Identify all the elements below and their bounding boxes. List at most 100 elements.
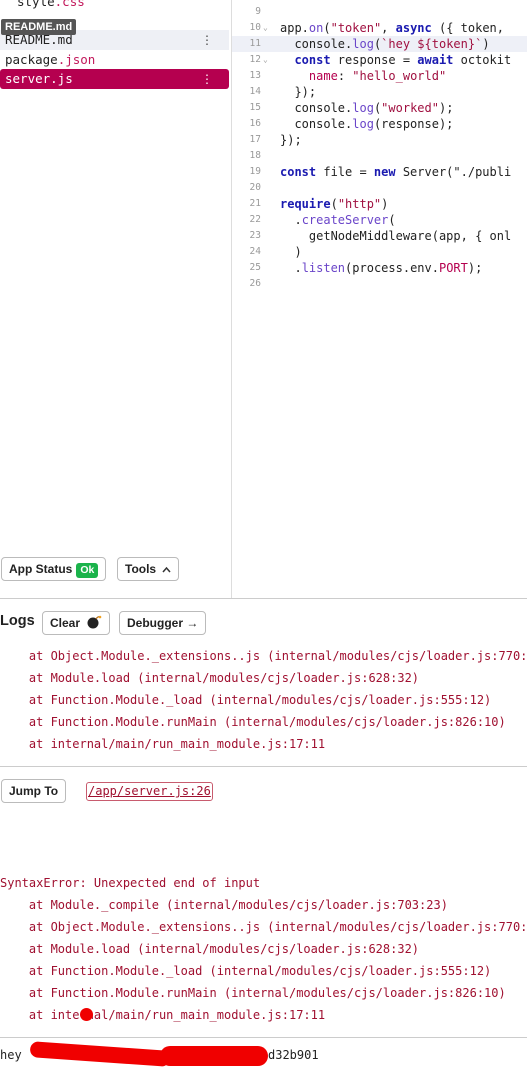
line-number: 10 <box>249 22 261 33</box>
tools-button[interactable]: Tools <box>117 557 180 581</box>
code-line[interactable]: 22 .createServer( <box>232 212 527 228</box>
code-line[interactable]: 9 <box>232 4 527 20</box>
code-text: require("http") <box>280 197 389 211</box>
line-number: 22 <box>249 214 261 225</box>
code-line[interactable]: 12 ⌄ const response = await octokit <box>232 52 527 68</box>
code-text: app.on("token", async ({ token, <box>280 21 504 35</box>
line-number: 13 <box>249 70 261 81</box>
stack-trace-line: at Module.load (internal/modules/cjs/loa… <box>0 671 420 685</box>
jump-to-button[interactable]: Jump To <box>1 779 67 803</box>
code-text: getNodeMiddleware(app, { onl <box>280 229 512 243</box>
stack-trace-line: at Function.Module.runMain (internal/mod… <box>0 715 506 729</box>
code-line[interactable]: 15 console.log("worked"); <box>232 100 527 116</box>
line-number: 17 <box>249 134 261 145</box>
stack-trace-line: at internal/main/run_main_module.js:17:1… <box>0 737 326 751</box>
log-output-prefix: hey <box>0 1048 22 1062</box>
file-menu-icon[interactable]: ⋮ <box>201 69 213 89</box>
code-line[interactable]: 20 <box>232 180 527 196</box>
tools-label: Tools <box>125 562 157 576</box>
file-name: server <box>5 71 51 86</box>
code-text: .createServer( <box>280 213 396 227</box>
code-line[interactable]: 10 ⌄ app.on("token", async ({ token, <box>232 20 527 36</box>
stack-trace-line: at Function.Module._load (internal/modul… <box>0 693 492 707</box>
log-divider <box>0 766 527 767</box>
code-text: const file = new Server("./publi <box>280 165 512 179</box>
stack-trace-line: at Object.Module._extensions..js (intern… <box>0 649 527 663</box>
file-ext: .json <box>57 52 96 67</box>
app-status-label: App Status <box>9 562 73 576</box>
line-number: 20 <box>249 182 261 193</box>
debugger-button[interactable]: Debugger → <box>119 611 207 635</box>
line-number: 9 <box>255 6 261 17</box>
code-line[interactable]: 21 require("http") <box>232 196 527 212</box>
log-output-suffix: d32b901 <box>268 1048 319 1062</box>
redaction-mark <box>80 1008 93 1021</box>
log-divider <box>0 1037 527 1038</box>
line-number: 19 <box>249 166 261 177</box>
line-number: 16 <box>249 118 261 129</box>
code-line[interactable]: 23 getNodeMiddleware(app, { onl <box>232 228 527 244</box>
line-number: 15 <box>249 102 261 113</box>
file-tree: style.css README.md ⋮ README.md package.… <box>0 0 232 598</box>
code-text: }); <box>280 85 317 99</box>
line-number: 26 <box>249 278 261 289</box>
code-text: console.log(`hey ${token}`) <box>280 37 490 51</box>
line-number: 11 <box>249 38 261 49</box>
code-line[interactable]: 18 <box>232 148 527 164</box>
jump-to-label: Jump To <box>9 784 59 798</box>
fold-chevron-icon[interactable]: ⌄ <box>263 52 268 68</box>
status-ok-badge: Ok <box>76 563 99 578</box>
file-menu-icon[interactable]: ⋮ <box>201 30 213 50</box>
line-number: 23 <box>249 230 261 241</box>
logs-header: Logs Clear Debugger → <box>0 598 527 649</box>
code-text: name: "hello_world" <box>308 69 447 83</box>
code-line[interactable]: 13 name: "hello_world" <box>232 68 527 84</box>
line-number: 12 <box>249 54 261 65</box>
error-location-link[interactable]: /app/server.js:26 <box>86 782 213 801</box>
code-line[interactable]: 19 const file = new Server("./publi <box>232 164 527 180</box>
app-status-button[interactable]: App Status Ok <box>1 557 107 581</box>
code-line[interactable]: 25 .listen(process.env.PORT); <box>232 260 527 276</box>
file-item-package-json[interactable]: package.json <box>0 50 229 70</box>
chevron-up-icon <box>162 566 172 573</box>
line-number: 24 <box>249 246 261 257</box>
file-item-server-js[interactable]: server.js ⋮ <box>0 69 229 89</box>
redaction-mark <box>29 1041 171 1067</box>
code-text: console.log("worked"); <box>280 101 454 115</box>
line-number: 14 <box>249 86 261 97</box>
clear-logs-button[interactable]: Clear <box>42 611 111 635</box>
code-text: console.log(response); <box>280 117 454 131</box>
file-tooltip: README.md <box>1 19 77 35</box>
file-ext: .css <box>54 0 85 9</box>
file-name: package <box>5 52 58 67</box>
stack-trace-line: at Module.load (internal/modules/cjs/loa… <box>0 942 420 956</box>
fold-chevron-icon[interactable]: ⌄ <box>263 20 268 36</box>
code-line[interactable]: 16 console.log(response); <box>232 116 527 132</box>
code-line[interactable]: 26 <box>232 276 527 292</box>
stack-trace-line: at Function.Module._load (internal/modul… <box>0 964 492 978</box>
code-line[interactable]: 17}); <box>232 132 527 148</box>
line-number: 25 <box>249 262 261 273</box>
stack-trace-line: at Module._compile (internal/modules/cjs… <box>0 898 448 912</box>
code-line[interactable]: 14 }); <box>232 84 527 100</box>
code-line[interactable]: 11 console.log(`hey ${token}`) <box>232 36 527 52</box>
debugger-label: Debugger → <box>127 616 199 630</box>
file-ext: .js <box>50 71 73 86</box>
stack-trace-line: at Function.Module.runMain (internal/mod… <box>0 986 506 1000</box>
redaction-mark <box>160 1046 268 1066</box>
error-message: SyntaxError: Unexpected end of input <box>0 876 261 890</box>
logs-title: Logs <box>0 613 35 629</box>
code-text: }); <box>280 133 302 147</box>
line-number: 21 <box>249 198 261 209</box>
clear-label: Clear <box>50 616 81 630</box>
line-number: 18 <box>249 150 261 161</box>
file-item-style-css[interactable]: style.css <box>0 0 229 12</box>
bomb-icon <box>87 615 102 629</box>
code-text: ) <box>280 245 302 259</box>
code-editor[interactable]: 9 10 ⌄ app.on("token", async ({ token, 11 co… <box>232 0 527 598</box>
stack-trace-line: at Object.Module._extensions..js (intern… <box>0 920 527 934</box>
code-text: const response = await octokit <box>294 53 512 67</box>
code-line[interactable]: 24 ) <box>232 244 527 260</box>
log-output-line: hey d32b901 <box>0 1048 319 1062</box>
code-text: .listen(process.env.PORT); <box>280 261 483 275</box>
